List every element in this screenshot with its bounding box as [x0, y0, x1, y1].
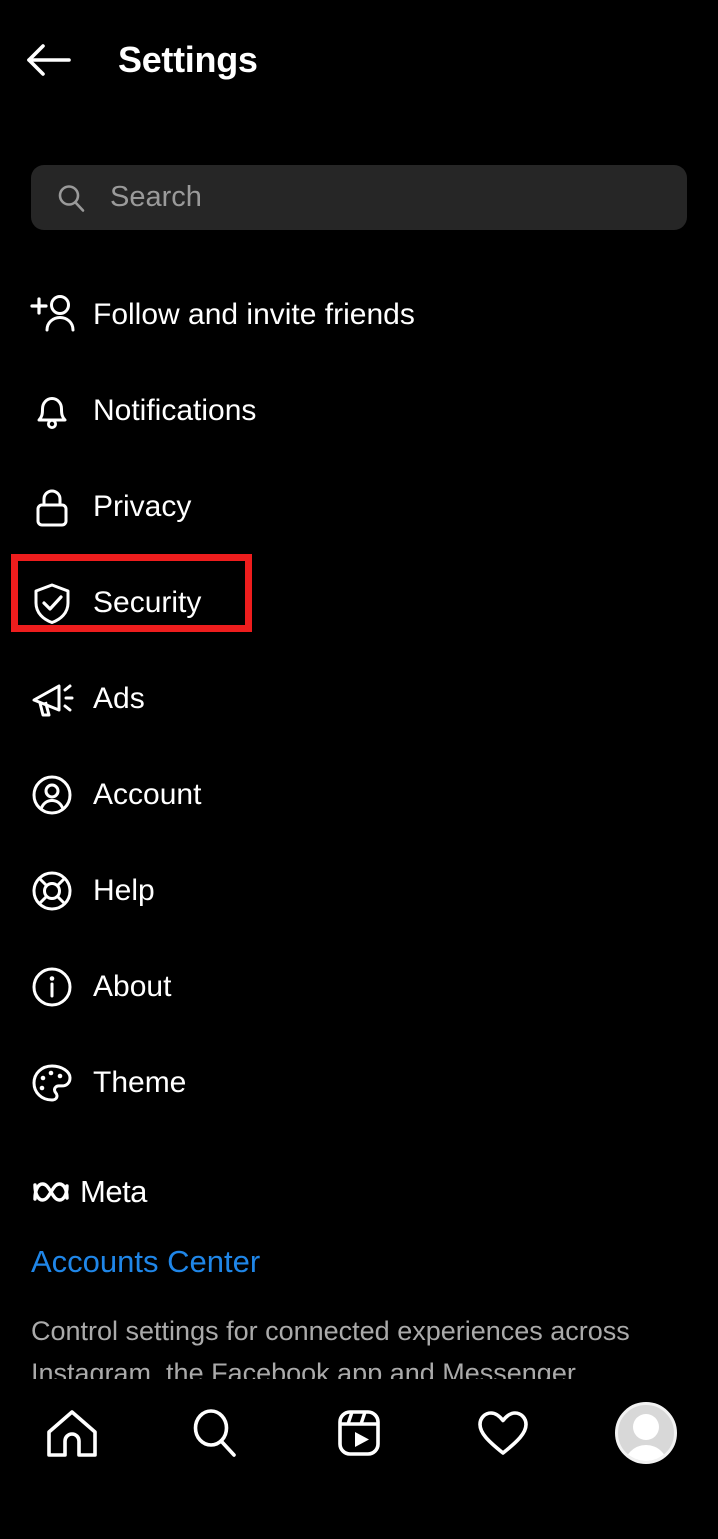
lifebuoy-icon	[29, 868, 85, 914]
bottom-navigation-bar	[0, 1379, 718, 1539]
nav-item-home[interactable]	[0, 1393, 144, 1473]
menu-item-label: Ads	[93, 682, 145, 715]
lock-icon	[29, 484, 85, 530]
menu-item-theme[interactable]: Theme	[0, 1035, 718, 1131]
reels-icon	[338, 1410, 380, 1456]
person-add-icon	[29, 293, 85, 337]
menu-item-label: Notifications	[93, 394, 257, 427]
search-input[interactable]: Search	[31, 165, 687, 230]
menu-item-security[interactable]: Security	[0, 555, 718, 651]
nav-item-reels[interactable]	[287, 1393, 431, 1473]
menu-item-notifications[interactable]: Notifications	[0, 363, 718, 459]
person-circle-icon	[29, 772, 85, 818]
header: Settings	[0, 0, 718, 120]
meta-section: Meta Accounts Center Control settings fo…	[31, 1172, 691, 1394]
info-circle-icon	[29, 964, 85, 1010]
menu-item-privacy[interactable]: Privacy	[0, 459, 718, 555]
menu-item-about[interactable]: About	[0, 939, 718, 1035]
nav-item-activity[interactable]	[431, 1393, 575, 1473]
shield-check-icon	[29, 580, 85, 626]
menu-item-label: Privacy	[93, 490, 192, 523]
menu-item-ads[interactable]: Ads	[0, 651, 718, 747]
megaphone-icon	[29, 676, 85, 722]
avatar-body	[624, 1445, 669, 1461]
menu-item-label: Theme	[93, 1066, 187, 1099]
page-title: Settings	[118, 39, 258, 80]
bell-icon	[29, 388, 85, 434]
home-icon	[46, 1410, 97, 1457]
nav-item-profile[interactable]	[574, 1393, 718, 1473]
search-icon	[56, 183, 86, 213]
menu-item-label: Follow and invite friends	[93, 298, 415, 331]
meta-infinity-icon	[31, 1179, 71, 1205]
avatar-head	[633, 1414, 660, 1440]
heart-icon	[477, 1411, 528, 1455]
menu-item-follow-and-invite-friends[interactable]: Follow and invite friends	[0, 267, 718, 363]
avatar-icon	[615, 1402, 678, 1464]
search-placeholder: Search	[110, 181, 202, 213]
menu-item-label: Account	[93, 778, 202, 811]
settings-menu: Follow and invite friends Notifications …	[0, 267, 718, 1131]
meta-brand: Meta	[31, 1172, 691, 1212]
menu-item-help[interactable]: Help	[0, 843, 718, 939]
accounts-center-link[interactable]: Accounts Center	[31, 1244, 260, 1280]
menu-item-label: Help	[93, 874, 155, 907]
back-button[interactable]	[10, 43, 88, 77]
search-icon	[194, 1409, 237, 1457]
menu-item-account[interactable]: Account	[0, 747, 718, 843]
arrow-left-icon	[27, 44, 71, 76]
menu-item-label: Security	[93, 586, 202, 619]
palette-icon	[29, 1060, 85, 1106]
menu-item-label: About	[93, 970, 172, 1003]
settings-screen: Settings Search Follow and invite friend…	[0, 0, 718, 1539]
nav-item-search[interactable]	[144, 1393, 288, 1473]
meta-brand-label: Meta	[80, 1174, 147, 1209]
